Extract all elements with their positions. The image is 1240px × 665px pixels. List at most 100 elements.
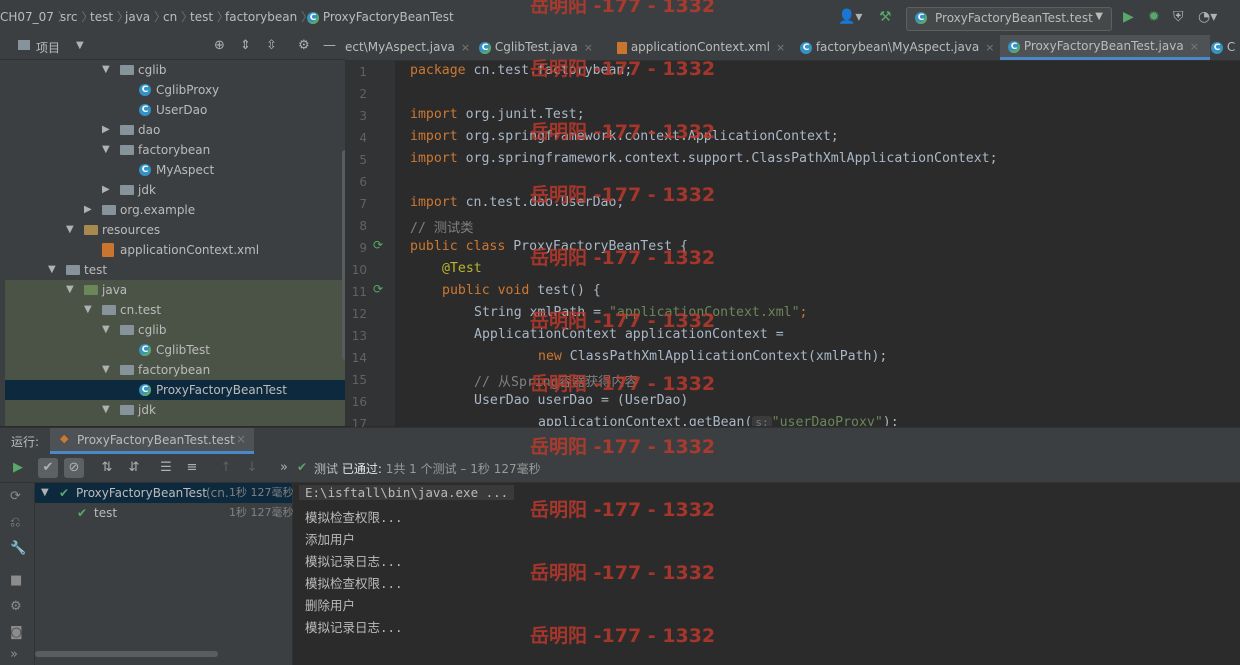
- package-icon: [120, 125, 134, 135]
- package-icon: [120, 365, 134, 375]
- project-panel-header: 项目 ▼ ⊕ ⇕ ⇳ ⚙ —: [0, 35, 345, 60]
- tree-item-jdk[interactable]: ▶ jdk: [5, 180, 345, 200]
- rerun-failed-icon[interactable]: ⟳: [10, 489, 21, 504]
- console-line-command[interactable]: E:\isftall\bin\java.exe ...: [299, 485, 515, 500]
- profile-icon[interactable]: ◔▾: [1198, 9, 1217, 25]
- rerun-icon[interactable]: ▶: [8, 458, 28, 478]
- tree-item-cglibtest[interactable]: C CglibTest: [5, 340, 345, 360]
- more-icon[interactable]: »: [10, 647, 18, 662]
- tree-item-factorybean[interactable]: ▼ factorybean: [5, 140, 345, 160]
- breadcrumb-java[interactable]: java 〉: [125, 0, 166, 35]
- show-passed-icon[interactable]: ✔: [38, 458, 58, 478]
- line-number: 9: [359, 241, 367, 255]
- console-line: 模拟检查权限...: [305, 510, 403, 525]
- chevron-down-icon: ▼: [102, 64, 110, 75]
- code-editor[interactable]: package cn.test.factorybean; import org.…: [395, 61, 1240, 426]
- tree-item-test[interactable]: ▼ test: [5, 260, 345, 280]
- breadcrumb-src[interactable]: src 〉: [60, 0, 93, 35]
- minimize-icon[interactable]: —: [323, 38, 336, 53]
- tree-item-org-example[interactable]: ▶ org.example: [5, 200, 345, 220]
- locate-icon[interactable]: ⊕: [214, 38, 225, 53]
- tab-cglibtest[interactable]: C CglibTest.java ×: [479, 35, 609, 60]
- expand-all-icon[interactable]: ⇕: [240, 38, 251, 53]
- close-icon[interactable]: ×: [1190, 40, 1199, 53]
- run-configuration-select[interactable]: C ProxyFactoryBeanTest.test ▼: [906, 7, 1112, 31]
- tree-item-myaspect[interactable]: C MyAspect: [5, 160, 345, 180]
- tree-item-resources[interactable]: ▼ resources: [5, 220, 345, 240]
- more-icon[interactable]: »: [274, 458, 294, 478]
- close-icon[interactable]: ×: [461, 41, 470, 54]
- package-icon: [102, 305, 116, 315]
- test-class-icon: C: [307, 11, 319, 24]
- build-hammer-icon[interactable]: ⚒: [879, 9, 892, 25]
- user-icon[interactable]: 👤▾: [838, 9, 862, 25]
- breadcrumb-factorybean[interactable]: factorybean 〉: [225, 0, 313, 35]
- toggle-auto-test-icon[interactable]: ⎌: [10, 515, 20, 530]
- run-tab[interactable]: ◆ ProxyFactoryBeanTest.test ×: [50, 428, 254, 454]
- tab-applicationcontext-xml[interactable]: applicationContext.xml ×: [617, 35, 792, 60]
- tree-item-java[interactable]: ▼ java: [5, 280, 345, 300]
- tree-item-cglib[interactable]: ▼ cglib: [5, 60, 345, 80]
- collapse-all-icon[interactable]: ≡: [182, 458, 202, 478]
- camera-icon[interactable]: ◙: [10, 625, 23, 640]
- debug-icon[interactable]: ✹: [1148, 9, 1160, 25]
- test-tree-scrollbar[interactable]: [35, 651, 218, 657]
- collapse-all-icon[interactable]: ⇳: [266, 38, 277, 53]
- test-row-method[interactable]: ✔ test 1秒 127毫秒: [35, 503, 294, 523]
- previous-test-icon[interactable]: ↑: [216, 458, 236, 478]
- tree-item-jdk-test[interactable]: ▼ jdk: [5, 400, 345, 420]
- expand-all-icon[interactable]: ☰: [156, 458, 176, 478]
- tree-item-proxyfactorybeantest[interactable]: C ProxyFactoryBeanTest: [5, 380, 345, 400]
- test-class-icon: C: [139, 384, 151, 396]
- export-icon[interactable]: ⚙: [10, 599, 22, 614]
- code-line: new ClassPathXmlApplicationContext(xmlPa…: [538, 349, 888, 364]
- tab-myaspect-project[interactable]: ect\MyAspect.java ×: [345, 35, 475, 60]
- project-view-select[interactable]: 项目: [36, 39, 60, 56]
- passed-check-icon: ✔: [77, 506, 88, 520]
- breadcrumb-cn[interactable]: cn 〉: [163, 0, 193, 35]
- gear-icon[interactable]: ⚙: [298, 38, 310, 53]
- stop-icon[interactable]: ■: [10, 573, 22, 588]
- tree-item-factorybean-test[interactable]: ▼ factorybean: [5, 360, 345, 380]
- code-line: applicationContext.getBean(s: "userDaoPro…: [538, 415, 899, 426]
- line-number: 13: [351, 329, 367, 343]
- next-test-icon[interactable]: ↓: [242, 458, 262, 478]
- tree-item-cglibproxy[interactable]: C CglibProxy: [5, 80, 345, 100]
- run-gutter-icon[interactable]: ⟳: [373, 282, 383, 296]
- tab-overflow[interactable]: C C: [1211, 35, 1240, 60]
- breadcrumb-class[interactable]: C ProxyFactoryBeanTest: [307, 0, 454, 35]
- run-icon[interactable]: ▶: [1123, 9, 1134, 25]
- tree-item-cn-test[interactable]: ▼ cn.test: [5, 300, 345, 320]
- tree-item-dao[interactable]: ▶ dao: [5, 120, 345, 140]
- chevron-down-icon[interactable]: ▼: [76, 40, 84, 51]
- coverage-icon[interactable]: ⛨: [1173, 9, 1184, 25]
- test-status: 测试 已通过: 1共 1 个测试 – 1秒 127毫秒: [314, 462, 541, 476]
- sort-duration-icon[interactable]: ⇵: [124, 458, 144, 478]
- console-output[interactable]: E:\isftall\bin\java.exe ... 模拟检查权限... 添加…: [293, 483, 1240, 665]
- breadcrumb-test-pkg[interactable]: test 〉: [190, 0, 229, 35]
- run-tool-window-header: 运行: ◆ ProxyFactoryBeanTest.test ×: [0, 427, 1240, 455]
- tree-item-userdao[interactable]: C UserDao: [5, 100, 345, 120]
- class-icon: C: [139, 164, 151, 176]
- code-line: public void test() {: [442, 283, 601, 298]
- code-line: ApplicationContext applicationContext =: [474, 327, 784, 342]
- test-class-icon: C: [915, 12, 927, 24]
- wrench-icon[interactable]: 🔧: [10, 541, 26, 556]
- tab-factorybean-myaspect[interactable]: C factorybean\MyAspect.java ×: [800, 35, 1000, 60]
- code-annotation: @Test: [442, 261, 482, 276]
- tab-proxyfactorybeantest[interactable]: C ProxyFactoryBeanTest.java ×: [1000, 35, 1210, 60]
- test-row-class[interactable]: ▼ ✔ ProxyFactoryBeanTest (cn. 1秒 127毫秒: [35, 483, 294, 503]
- breadcrumb-test[interactable]: test 〉: [90, 0, 129, 35]
- passed-check-icon: ✔: [59, 486, 70, 500]
- close-icon[interactable]: ×: [584, 41, 593, 54]
- sort-alpha-icon[interactable]: ⇅: [97, 458, 117, 478]
- close-icon[interactable]: ×: [776, 41, 785, 54]
- close-icon[interactable]: ×: [985, 41, 994, 54]
- tree-item-cglib-test[interactable]: ▼ cglib: [5, 320, 345, 340]
- tree-item-applicationcontext-xml[interactable]: applicationContext.xml: [5, 240, 345, 260]
- chevron-right-icon: ▶: [102, 184, 110, 195]
- close-icon[interactable]: ×: [236, 432, 246, 446]
- show-ignored-icon[interactable]: ⊘: [64, 458, 84, 478]
- run-gutter-icon[interactable]: ⟳: [373, 238, 383, 252]
- chevron-down-icon: ▼: [48, 264, 56, 275]
